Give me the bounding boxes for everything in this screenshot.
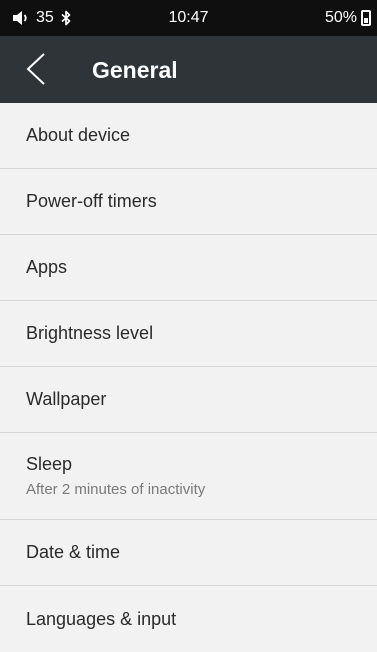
item-label: Languages & input	[26, 608, 177, 629]
title-bar: General	[0, 36, 377, 103]
status-right: 50%	[325, 9, 371, 27]
item-sublabel: After 2 minutes of inactivity	[26, 481, 206, 498]
wallpaper-item[interactable]: Wallpaper	[0, 367, 377, 433]
about-device-item[interactable]: About device	[0, 103, 377, 169]
power-off-timers-item[interactable]: Power-off timers	[0, 169, 377, 235]
brightness-level-item[interactable]: Brightness level	[0, 301, 377, 367]
settings-list: About device Power-off timers Apps Brigh…	[0, 103, 377, 652]
item-label: Apps	[26, 257, 68, 277]
battery-icon	[361, 10, 371, 26]
date-time-item[interactable]: Date & time	[0, 520, 377, 586]
item-label: Date & time	[26, 542, 121, 562]
item-label: Wallpaper	[26, 389, 107, 409]
chevron-left-icon	[26, 53, 45, 85]
back-button[interactable]	[22, 52, 50, 86]
apps-item[interactable]: Apps	[0, 235, 377, 301]
item-label: About device	[26, 125, 131, 145]
sleep-item[interactable]: Sleep After 2 minutes of inactivity	[0, 433, 377, 520]
languages-input-item[interactable]: Languages & input	[0, 586, 377, 652]
page-title: General	[92, 57, 178, 83]
battery-percent: 50%	[324, 9, 357, 26]
item-label: Sleep	[26, 454, 73, 474]
item-label: Power-off timers	[26, 191, 157, 211]
item-label: Brightness level	[26, 323, 154, 343]
status-bar: 35 10:47 50%	[0, 0, 377, 36]
status-time: 10:47	[168, 9, 209, 26]
